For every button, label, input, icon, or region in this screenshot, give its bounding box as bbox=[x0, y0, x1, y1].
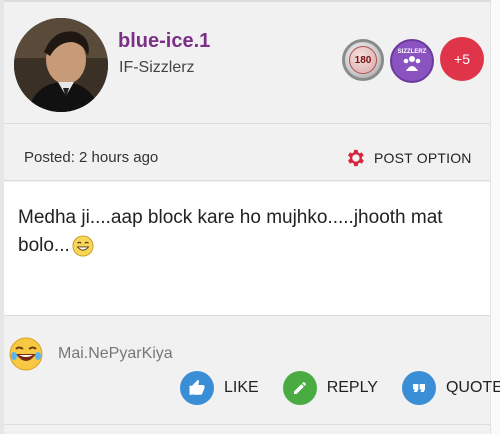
more-badges-button[interactable]: +5 bbox=[440, 37, 484, 81]
group-icon bbox=[403, 56, 421, 71]
gear-icon bbox=[348, 149, 364, 167]
post-option-button[interactable]: POST OPTION bbox=[344, 147, 472, 169]
post-option-label: POST OPTION bbox=[374, 150, 472, 166]
quote-icon bbox=[412, 384, 425, 392]
avatar-photo-icon bbox=[14, 18, 108, 112]
laughing-emoji-icon bbox=[9, 337, 43, 371]
quote-button[interactable]: QUOTE bbox=[401, 371, 500, 405]
message-body: Medha ji....aap block kare ho mujhko....… bbox=[4, 182, 490, 316]
grinning-emoji-icon bbox=[72, 235, 94, 257]
club-badge[interactable]: SIZZLERZ bbox=[390, 39, 434, 83]
like-button[interactable]: LIKE bbox=[180, 371, 259, 405]
quote-label: QUOTE bbox=[445, 379, 500, 396]
reply-button[interactable]: REPLY bbox=[282, 371, 378, 405]
thumbs-up-icon bbox=[189, 379, 205, 395]
like-icon-circle bbox=[180, 371, 214, 405]
level-badge[interactable]: 180 bbox=[342, 39, 384, 81]
quote-icon-circle bbox=[401, 371, 436, 405]
post-meta-row: Posted: 2 hours ago POST OPTION bbox=[4, 125, 490, 181]
message-text-block: Medha ji....aap block kare ho mujhko....… bbox=[18, 204, 458, 260]
post-header: blue-ice.1 IF-Sizzlerz 180 SIZZLERZ +5 bbox=[4, 0, 490, 124]
like-label: LIKE bbox=[224, 379, 259, 396]
user-avatar[interactable] bbox=[14, 18, 108, 112]
username[interactable]: blue-ice.1 bbox=[118, 30, 210, 53]
post-actions: LIKE REPLY QUOTE bbox=[180, 370, 500, 406]
reply-label: REPLY bbox=[326, 379, 378, 396]
post-card: blue-ice.1 IF-Sizzlerz 180 SIZZLERZ +5 P… bbox=[0, 0, 500, 434]
reaction-row: Mai.NePyarKiya bbox=[4, 336, 173, 372]
reply-icon-circle bbox=[282, 371, 317, 405]
level-badge-number: 180 bbox=[349, 46, 377, 74]
right-scrollbar[interactable] bbox=[490, 0, 500, 434]
divider bbox=[4, 424, 490, 425]
posted-time: Posted: 2 hours ago bbox=[24, 149, 159, 166]
pencil-icon bbox=[293, 382, 306, 394]
club-name: IF-Sizzlerz bbox=[119, 59, 195, 76]
reacting-user[interactable]: Mai.NePyarKiya bbox=[58, 345, 173, 363]
